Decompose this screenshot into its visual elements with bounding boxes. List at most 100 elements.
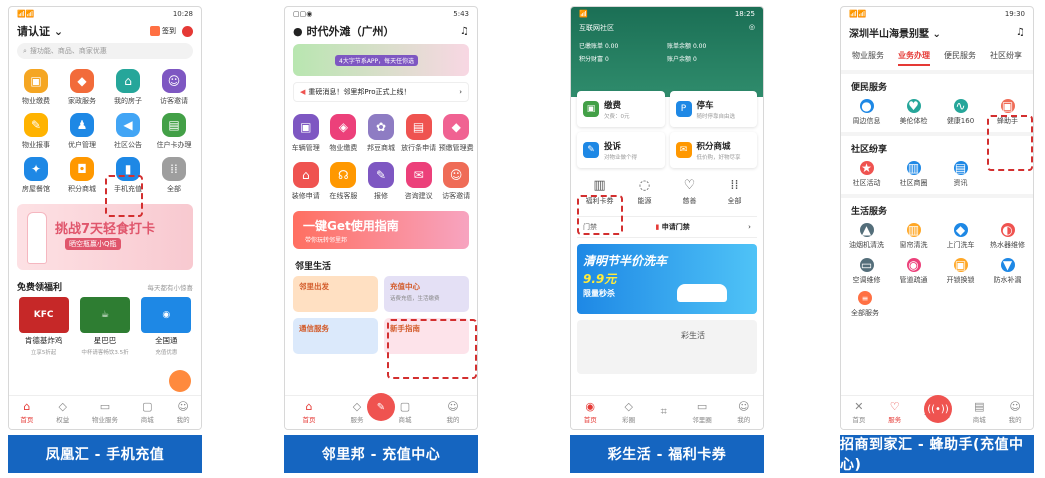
door-action[interactable]: ▮ 申请门禁 — [655, 222, 689, 232]
grid-item[interactable]: ✿ 邦豆商城 — [362, 114, 400, 153]
signin-button[interactable]: 签到 — [150, 26, 176, 36]
card-sub: 中杯请客畅饮3.5折 — [81, 350, 129, 356]
section-more-link[interactable]: 每天都有小惊喜 — [148, 282, 194, 292]
tab-item[interactable]: ▢ 商城 — [399, 401, 412, 424]
feature-tile[interactable]: ✉ 积分商城 低价购，好物尽享 — [669, 132, 757, 168]
grid-item[interactable]: ⌂ 装修申请 — [287, 162, 325, 201]
grid-item[interactable]: ▥ 社区商圈 — [890, 161, 937, 188]
all-services[interactable]: ≡ 全部服务 — [841, 291, 889, 318]
tab-item[interactable]: ☺ 我的 — [737, 401, 750, 424]
grid-item[interactable]: ▥ 窗帘清洗 — [890, 223, 937, 250]
welfare-card[interactable]: ◉ 全国通 充值优惠 — [138, 297, 195, 356]
feature-tile[interactable]: ▣ 缴费 欠费：0元 — [577, 91, 665, 127]
grid-item[interactable]: ▤ 资讯 — [937, 161, 984, 188]
grid-item[interactable]: ♥ 美伦体检 — [890, 99, 937, 126]
feature-tile[interactable]: P 停车 随时停靠自由选 — [669, 91, 757, 127]
small-item[interactable]: ⁞⁞ 全部 — [712, 178, 757, 206]
location-selector[interactable]: 深圳半山海景别墅 ⌄ — [849, 25, 941, 40]
grid-item[interactable]: ▤ 放行条申请 — [400, 114, 438, 153]
tab-item[interactable]: ⌗ — [661, 406, 667, 419]
grid-item[interactable]: ☺ 访客邀请 — [151, 69, 197, 106]
center-fab[interactable]: ✎ — [367, 393, 395, 421]
message-icon[interactable]: ◎ — [749, 23, 755, 33]
tab-item[interactable]: ▤ 商城 — [973, 401, 986, 424]
tab-item[interactable]: ▭ 物业服务 — [92, 401, 118, 424]
tab-item[interactable]: ◇ 服务 — [351, 401, 364, 424]
promo-card[interactable]: 彩生活 — [577, 320, 757, 374]
grid-item[interactable]: ● 周边信息 — [843, 99, 890, 126]
grid-item[interactable]: ♟ 优户管理 — [59, 113, 105, 150]
grid-item[interactable]: ◐ 热水器维修 — [984, 223, 1031, 250]
feature-tile[interactable]: ✎ 投诉 对物业做个得 — [577, 132, 665, 168]
grid-item[interactable]: ✉ 咨询建议 — [400, 162, 438, 201]
tab-item[interactable]: ◇ 权益 — [56, 401, 69, 424]
small-item[interactable]: ♡ 慈善 — [667, 178, 712, 206]
message-icon[interactable] — [182, 25, 193, 37]
small-item[interactable]: ◌ 能源 — [622, 178, 667, 206]
grid-item[interactable]: ◆ 家政服务 — [59, 69, 105, 106]
bell-icon[interactable]: ♫ — [1016, 27, 1025, 38]
grid-item[interactable]: ◆ 预缴管理费 — [437, 114, 475, 153]
location-selector[interactable]: 请认证 ⌄ — [17, 23, 63, 39]
life-card[interactable]: 通信服务 — [293, 318, 378, 354]
top-banner[interactable]: 4大字节系APP，每天任你选 — [293, 44, 469, 76]
tile-sub: 对物业做个得 — [604, 154, 638, 161]
guide-banner[interactable]: 一键Get使用指南 带你玩转邻里邦 — [293, 211, 469, 249]
grid-item[interactable]: ▲ 油烟机清洗 — [843, 223, 890, 250]
grid-item[interactable]: ▭ 空调维修 — [843, 258, 890, 285]
grid-item[interactable]: ▣ 车辆管理 — [287, 114, 325, 153]
community-name[interactable]: 互联网社区 — [579, 23, 614, 33]
grid-item[interactable]: ▣ 开锁换锁 — [937, 258, 984, 285]
grid-item[interactable]: ∿ 健康160 — [937, 99, 984, 126]
grid-item[interactable]: ✎ 报修 — [362, 162, 400, 201]
floating-recharge-button[interactable] — [169, 370, 191, 392]
tab-item[interactable]: ♡ 服务 — [888, 401, 901, 424]
tab-item[interactable]: ☺ 我的 — [447, 401, 460, 424]
tab-item[interactable]: ⌂ 首页 — [20, 401, 33, 424]
notice-bar[interactable]: ◀ 重磅消息！邻里邦Pro正式上线！ › — [293, 82, 469, 102]
life-card-title: 充值中心 — [390, 282, 420, 291]
tab-item[interactable]: ☺ 我的 — [177, 401, 190, 424]
carwash-banner[interactable]: 清明节半价洗车 9.9元 限量秒杀 — [577, 244, 757, 314]
tab-item[interactable]: ⌂ 首页 — [303, 401, 316, 424]
top-tab[interactable]: 业务办理 — [898, 50, 930, 66]
grid-item[interactable]: ☺ 访客邀请 — [437, 162, 475, 201]
search-input[interactable]: ⌕ 搜功能、商品、商家优惠 — [17, 43, 193, 59]
life-card[interactable]: 邻里出发 — [293, 276, 378, 312]
grid-item-label: 周边信息 — [852, 117, 881, 125]
curtain-icon: ▥ — [906, 223, 921, 237]
tab-item[interactable]: ▭ 邻里圈 — [692, 401, 712, 424]
grid-item[interactable]: ⌂ 我的房子 — [105, 69, 151, 106]
life-grid: ▲ 油烟机清洗 ▥ 窗帘清洗 ◆ 上门洗车 ◐ 热水器维修 ▭ 空调维修 ◉ 管道疏通 ▣ 开锁换锁 ▼ 防水… — [841, 221, 1033, 289]
top-tab[interactable]: 物业服务 — [852, 50, 884, 66]
top-tab[interactable]: 便民服务 — [944, 50, 976, 66]
tab-item[interactable]: ☺ 我的 — [1009, 401, 1022, 424]
grid-item[interactable]: ✦ 房屋餐馆 — [13, 157, 59, 194]
grid-item[interactable]: ◘ 积分商城 — [59, 157, 105, 194]
grid-item[interactable]: ⁞⁞ 全部 — [151, 157, 197, 194]
tab-item[interactable]: ▢ 商城 — [141, 401, 154, 424]
grid-item[interactable]: ◆ 上门洗车 — [937, 223, 984, 250]
location-selector[interactable]: ● 时代外滩（广州） — [293, 23, 394, 39]
grid-item[interactable]: ☊ 在线客服 — [325, 162, 363, 201]
grid-item[interactable]: ▼ 防水补漏 — [984, 258, 1031, 285]
welfare-card[interactable]: KFC 肯德基炸鸡 立享5折起 — [15, 297, 72, 356]
grid-item[interactable]: ◉ 管道疏通 — [890, 258, 937, 285]
welfare-card[interactable]: ☕ 星巴巴 中杯请客畅饮3.5折 — [76, 297, 133, 356]
ac-icon: ▭ — [859, 258, 874, 272]
top-tab[interactable]: 社区纷享 — [990, 50, 1022, 66]
grid-item[interactable]: ✎ 物业报事 — [13, 113, 59, 150]
bell-icon[interactable]: ♫ — [460, 26, 469, 37]
door-open-button[interactable]: ((•)) — [924, 395, 952, 423]
section-title: 邻里生活 — [295, 262, 332, 272]
grid-item[interactable]: ▣ 物业缴费 — [13, 69, 59, 106]
tab-item[interactable]: ◇ 彩圈 — [622, 401, 635, 424]
tab-item[interactable]: ◉ 首页 — [584, 401, 597, 424]
grid-item[interactable]: ▤ 住户卡办理 — [151, 113, 197, 150]
tab-item[interactable]: ✕ 首页 — [852, 401, 865, 424]
brand-logo: ☕ — [79, 297, 130, 333]
grid-item[interactable]: ★ 社区活动 — [843, 161, 890, 188]
grid-item[interactable]: ◀ 社区公告 — [105, 113, 151, 150]
grid-item[interactable]: ◈ 物业缴费 — [325, 114, 363, 153]
life-card[interactable]: 充值中心 话费充值，生活缴费 — [384, 276, 469, 312]
